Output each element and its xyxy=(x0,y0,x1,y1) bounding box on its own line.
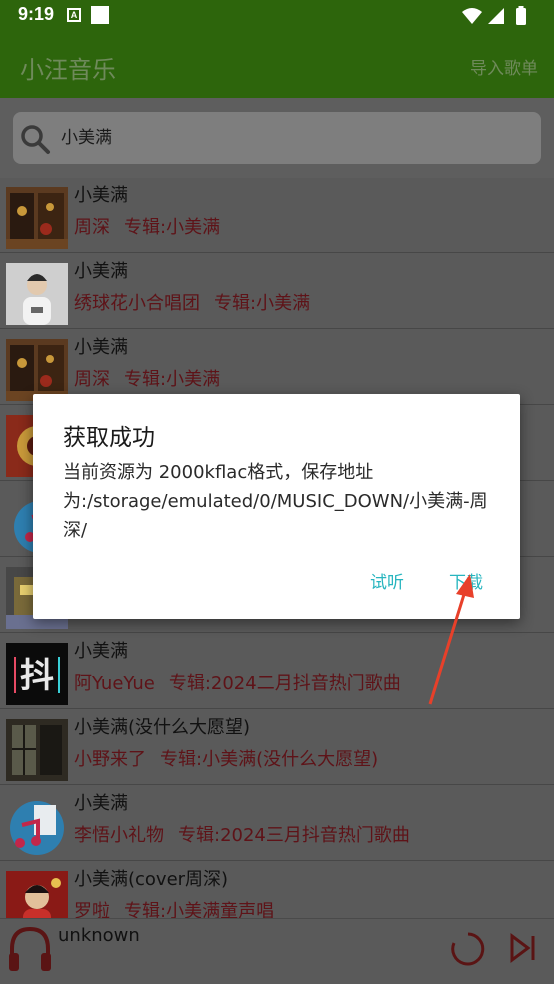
album-cover xyxy=(6,339,68,401)
song-artist: 李悟小礼物 xyxy=(74,825,164,846)
song-album: 专辑:小美满(没什么大愿望) xyxy=(160,749,379,770)
search-icon xyxy=(21,125,50,154)
song-artist: 周深 xyxy=(74,369,110,390)
song-title: 小美满 xyxy=(74,261,128,282)
song-album: 专辑:2024二月抖音热门歌曲 xyxy=(168,673,401,694)
search-input[interactable]: 小美满 xyxy=(61,112,112,164)
album-cover: 抖 xyxy=(6,643,68,705)
song-meta: 小野来了 专辑:小美满(没什么大愿望) xyxy=(74,745,378,771)
status-icons xyxy=(462,6,526,25)
battery-icon xyxy=(516,8,526,25)
song-title: 小美满 xyxy=(74,185,128,206)
app-bar: 小汪音乐 导入歌单 xyxy=(0,32,554,98)
song-album: 专辑:小美满 xyxy=(124,369,221,390)
import-playlist-button[interactable]: 导入歌单 xyxy=(470,54,538,79)
album-cover xyxy=(6,719,68,781)
song-title: 小美满 xyxy=(74,641,128,662)
song-meta: 绣球花小合唱团 专辑:小美满 xyxy=(74,289,310,315)
dialog-title: 获取成功 xyxy=(63,425,155,451)
song-row[interactable]: 小美满 李悟小礼物 专辑:2024三月抖音热门歌曲 xyxy=(0,786,554,861)
song-meta: 周深 专辑:小美满 xyxy=(74,213,220,239)
annotation-arrow-icon xyxy=(428,574,474,705)
player-bar: unknown xyxy=(0,918,554,984)
song-album: 专辑:小美满 xyxy=(124,217,221,238)
song-meta: 阿YueYue 专辑:2024二月抖音热门歌曲 xyxy=(74,669,401,695)
square-notification-icon xyxy=(91,6,109,24)
loading-spinner-icon xyxy=(451,932,485,966)
search-box[interactable]: 小美满 xyxy=(13,112,541,164)
a-notification-icon: A xyxy=(67,8,81,22)
app-title: 小汪音乐 xyxy=(20,56,116,84)
wifi-icon xyxy=(462,8,482,24)
song-artist: 绣球花小合唱团 xyxy=(74,293,200,314)
song-row[interactable]: 小美满 周深 专辑:小美满 xyxy=(0,178,554,253)
preview-button[interactable]: 试听 xyxy=(370,568,404,593)
song-title: 小美满(cover周深) xyxy=(74,869,229,890)
song-artist: 小野来了 xyxy=(74,749,146,770)
song-album: 专辑:2024三月抖音热门歌曲 xyxy=(178,825,410,846)
song-row[interactable]: 小美满 绣球花小合唱团 专辑:小美满 xyxy=(0,254,554,329)
next-track-icon[interactable] xyxy=(508,933,538,963)
song-title: 小美满 xyxy=(74,337,128,358)
headphones-icon xyxy=(9,926,51,971)
search-area: 小美满 xyxy=(0,98,554,178)
song-artist: 阿YueYue xyxy=(74,673,155,694)
song-row[interactable]: 小美满(没什么大愿望) 小野来了 专辑:小美满(没什么大愿望) xyxy=(0,710,554,785)
now-playing-title: unknown xyxy=(58,925,140,946)
song-artist: 周深 xyxy=(74,217,110,238)
album-cover xyxy=(6,187,68,249)
status-bar: 9:19 A xyxy=(0,0,554,32)
song-album: 专辑:小美满 xyxy=(214,293,311,314)
song-meta: 李悟小礼物 专辑:2024三月抖音热门歌曲 xyxy=(74,821,410,847)
svg-text:抖: 抖 xyxy=(20,656,54,696)
signal-icon xyxy=(488,8,504,24)
dialog-message: 当前资源为 2000kflac格式，保存地址为:/storage/emulate… xyxy=(63,462,488,541)
album-cover xyxy=(6,795,68,857)
status-time: 9:19 xyxy=(18,4,55,24)
album-cover xyxy=(6,263,68,325)
song-title: 小美满 xyxy=(74,793,128,814)
song-title: 小美满(没什么大愿望) xyxy=(74,717,251,738)
song-meta: 周深 专辑:小美满 xyxy=(74,365,220,391)
